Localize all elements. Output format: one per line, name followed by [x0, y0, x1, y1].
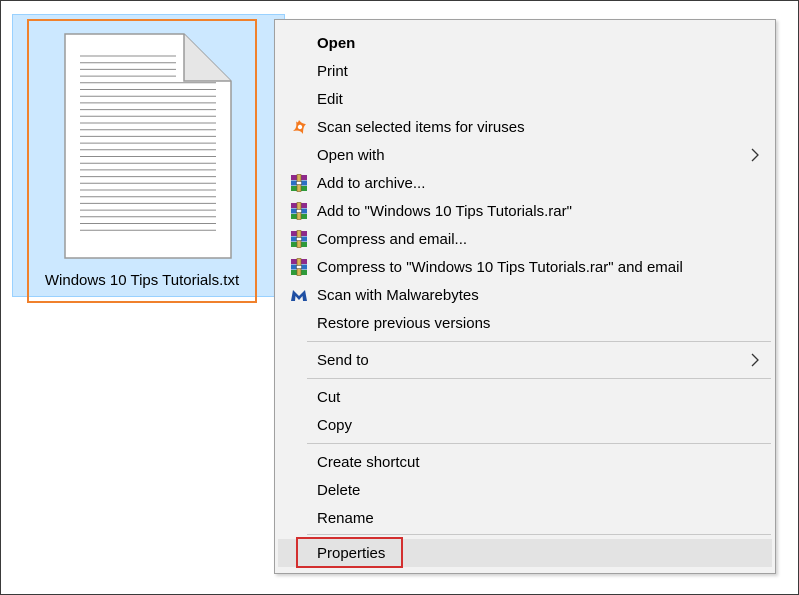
- malwarebytes-icon: [290, 286, 308, 304]
- menu-item-label: Scan selected items for viruses: [317, 118, 525, 136]
- menu-item-label: Add to "Windows 10 Tips Tutorials.rar": [317, 202, 572, 220]
- menu-item-label: Delete: [317, 481, 361, 499]
- menu-item-copy[interactable]: Copy: [278, 411, 772, 439]
- menu-item-restore-versions[interactable]: Restore previous versions: [278, 309, 772, 337]
- menu-item-open[interactable]: Open: [278, 29, 772, 57]
- menu-item-rename[interactable]: Rename: [278, 504, 772, 532]
- menu-item-send-to[interactable]: Send to: [278, 346, 772, 374]
- winrar-icon: [290, 202, 308, 220]
- menu-item-compress-email[interactable]: Compress and email...: [278, 225, 772, 253]
- menu-separator: [307, 534, 771, 535]
- menu-item-malwarebytes[interactable]: Scan with Malwarebytes: [278, 281, 772, 309]
- menu-item-label: Open: [317, 34, 356, 52]
- menu-item-label: Copy: [317, 416, 353, 434]
- chevron-right-icon: [750, 352, 760, 368]
- menu-item-label: Send to: [317, 351, 369, 369]
- menu-item-create-shortcut[interactable]: Create shortcut: [278, 448, 772, 476]
- menu-item-label: Restore previous versions: [317, 314, 491, 332]
- menu-item-add-archive[interactable]: Add to archive...: [278, 169, 772, 197]
- file-name-label: Windows 10 Tips Tutorials.txt: [44, 272, 240, 289]
- menu-item-print[interactable]: Print: [278, 57, 772, 85]
- winrar-icon: [290, 174, 308, 192]
- winrar-icon: [290, 230, 308, 248]
- text-document-icon[interactable]: [64, 33, 232, 259]
- winrar-icon: [290, 258, 308, 276]
- menu-item-label: Open with: [317, 146, 385, 164]
- menu-separator: [307, 443, 771, 444]
- menu-item-label: Rename: [317, 509, 374, 527]
- menu-item-compress-rar-email[interactable]: Compress to "Windows 10 Tips Tutorials.r…: [278, 253, 772, 281]
- menu-item-cut[interactable]: Cut: [278, 383, 772, 411]
- menu-item-scan-viruses[interactable]: Scan selected items for viruses: [278, 113, 772, 141]
- menu-item-label: Compress to "Windows 10 Tips Tutorials.r…: [317, 258, 683, 276]
- menu-separator: [307, 341, 771, 342]
- menu-item-edit[interactable]: Edit: [278, 85, 772, 113]
- menu-item-label: Compress and email...: [317, 230, 468, 248]
- context-menu: Open Print Edit Scan selected items for …: [274, 19, 776, 574]
- menu-item-delete[interactable]: Delete: [278, 476, 772, 504]
- menu-item-label: Create shortcut: [317, 453, 420, 471]
- menu-item-label: Print: [317, 62, 348, 80]
- menu-item-label: Properties: [317, 544, 386, 562]
- menu-item-properties[interactable]: Properties: [278, 539, 772, 567]
- menu-item-label: Cut: [317, 388, 341, 406]
- menu-item-label: Edit: [317, 90, 343, 108]
- menu-item-open-with[interactable]: Open with: [278, 141, 772, 169]
- menu-item-label: Add to archive...: [317, 174, 426, 192]
- menu-item-add-rar[interactable]: Add to "Windows 10 Tips Tutorials.rar": [278, 197, 772, 225]
- avast-icon: [290, 118, 308, 136]
- chevron-right-icon: [750, 147, 760, 163]
- menu-separator: [307, 378, 771, 379]
- menu-item-label: Scan with Malwarebytes: [317, 286, 479, 304]
